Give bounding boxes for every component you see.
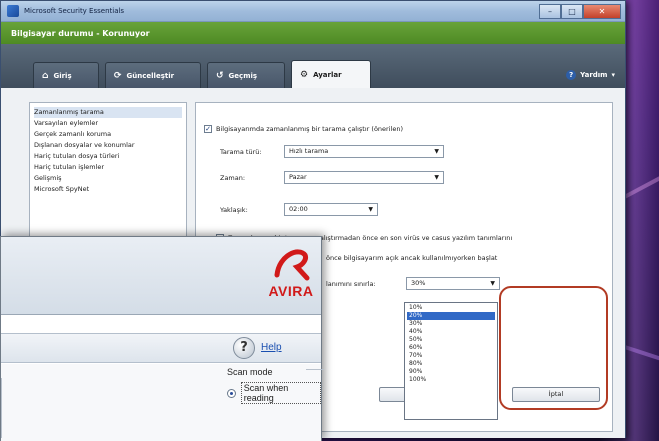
avira-settings-body: Scan mode Scan when reading [1,364,324,441]
scan-mode-title: Scan mode [227,367,273,377]
tab-home[interactable]: ⌂ Giriş [33,62,99,88]
chevron-down-icon: ▼ [434,174,439,181]
tab-history[interactable]: ↺ Geçmiş [207,62,285,88]
nav-item-advanced[interactable]: Gelişmiş [34,173,182,184]
home-icon: ⌂ [42,70,49,81]
schedule-row: ✓ Bilgisayarımda zamanlanmış bir tarama … [204,125,403,133]
nav-item-scheduled-scan[interactable]: Zamanlanmış tarama [34,107,182,118]
schedule-label: Bilgisayarımda zamanlanmış bir tarama ça… [216,125,403,133]
tab-label: Geçmiş [228,71,258,80]
nav-item-realtime-protection[interactable]: Gerçek zamanlı koruma [34,129,182,140]
scan-mode-label: Scan when reading [240,382,321,404]
minimize-button[interactable]: – [539,3,561,19]
dropdown-option[interactable]: 40% [407,328,495,336]
scan-type-label: Tarama türü: [220,148,262,156]
tab-label: Giriş [53,71,72,80]
tab-settings[interactable]: ⚙ Ayarlar [291,60,371,88]
idle-label: önce bilgisayarım açık ancak kullanılmıy… [326,254,498,262]
chevron-down-icon: ▾ [611,71,615,79]
avira-window: AVIRA ? Help Scan mode Scan when reading [0,236,324,441]
settings-icon: ⚙ [300,69,309,80]
help-label: Yardım [580,71,608,79]
when-label: Zaman: [220,174,246,182]
when-value: Pazar [289,173,307,181]
window-title: Microsoft Security Essentials [24,7,125,15]
close-button[interactable]: ✕ [583,3,621,19]
chevron-down-icon: ▼ [368,206,373,213]
help-link[interactable]: Help [261,342,282,353]
nav-item-excluded-types[interactable]: Hariç tutulan dosya türleri [34,151,182,162]
tab-label: Ayarlar [313,70,342,79]
cpu-limit-label: lanımını sınırla: [326,280,376,288]
tab-update[interactable]: ⟳ Güncelleştir [105,62,201,88]
scan-mode-radio[interactable] [227,388,236,398]
dropdown-option[interactable]: 80% [407,360,495,368]
update-icon: ⟳ [114,70,122,81]
dropdown-option[interactable]: 10% [407,304,495,312]
dropdown-option[interactable]: 50% [407,336,495,344]
window-controls: – □ ✕ [539,3,621,19]
group-border [1,378,5,438]
history-icon: ↺ [216,70,224,81]
nav-item-default-actions[interactable]: Varsayılan eylemler [34,118,182,129]
dropdown-option[interactable]: 70% [407,352,495,360]
avira-header: AVIRA [1,237,321,315]
dropdown-option[interactable]: 90% [407,368,495,376]
when-select[interactable]: Pazar ▼ [284,171,444,184]
cpu-limit-value: 30% [411,279,426,287]
dropdown-option[interactable]: 60% [407,344,495,352]
chevron-down-icon: ▼ [490,280,495,287]
avira-umbrella-icon [274,249,310,281]
help-icon[interactable]: ? [233,337,255,359]
scan-mode-option[interactable]: Scan when reading [227,382,321,404]
status-text: Bilgisayar durumu - Korunuyor [11,28,150,38]
help-icon: ? [566,70,577,80]
group-border [306,369,324,370]
scan-type-select[interactable]: Hızlı tarama ▼ [284,145,444,158]
help-menu[interactable]: ? Yardım ▾ [566,70,615,80]
cpu-limit-select[interactable]: 30% ▼ [406,277,500,290]
avira-toolbar: ? Help [1,333,321,363]
avira-logo: AVIRA [263,245,319,309]
maximize-button[interactable]: □ [561,3,583,19]
dropdown-option[interactable]: 100% [407,376,495,384]
around-value: 02:00 [289,205,308,213]
status-banner: Bilgisayar durumu - Korunuyor [1,22,625,44]
schedule-checkbox[interactable]: ✓ [204,125,212,133]
around-label: Yaklaşık: [220,206,248,214]
highlight-frame [499,286,608,410]
cpu-limit-dropdown: 10% 20% 30% 40% 50% 60% 70% 80% 90% 100% [404,302,498,420]
nav-item-spynet[interactable]: Microsoft SpyNet [34,184,182,195]
chevron-down-icon: ▼ [434,148,439,155]
nav-item-excluded-files[interactable]: Dışlanan dosyalar ve konumlar [34,140,182,151]
scan-type-value: Hızlı tarama [289,147,329,155]
tab-bar: ⌂ Giriş ⟳ Güncelleştir ↺ Geçmiş ⚙ Ayarla… [1,44,625,88]
nav-item-excluded-processes[interactable]: Hariç tutulan işlemler [34,162,182,173]
idle-row: önce bilgisayarım açık ancak kullanılmıy… [326,254,497,262]
dropdown-option[interactable]: 30% [407,320,495,328]
app-icon [7,5,19,17]
title-bar[interactable]: Microsoft Security Essentials – □ ✕ [1,1,625,22]
avira-logo-text: AVIRA [268,283,314,299]
tab-label: Güncelleştir [126,71,175,80]
around-select[interactable]: 02:00 ▼ [284,203,378,216]
dropdown-option-highlighted[interactable]: 20% [407,312,495,320]
